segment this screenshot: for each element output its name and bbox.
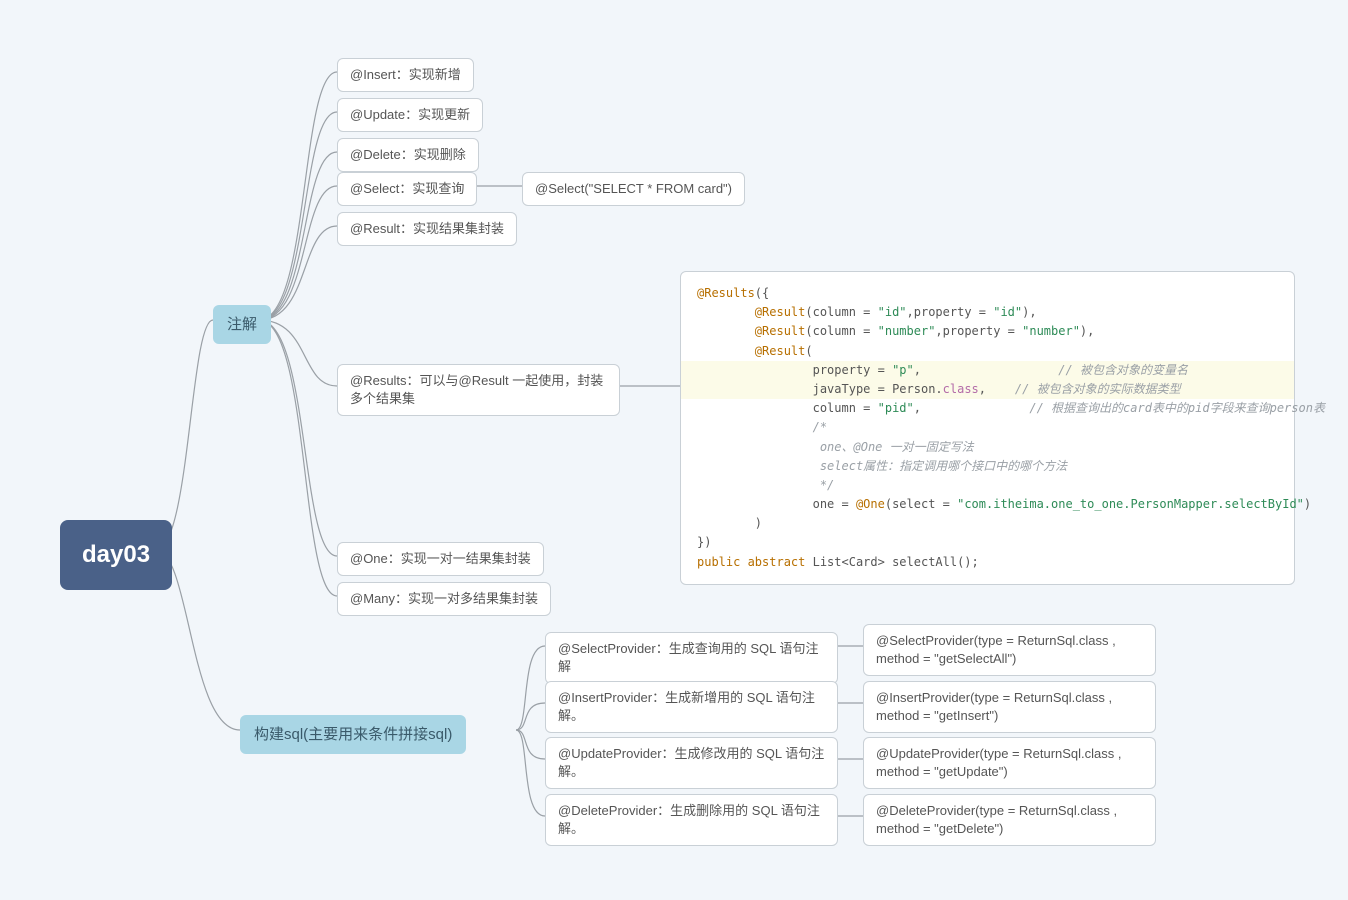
code-token: ), [1080, 324, 1094, 338]
code-comment: // 被包含对象的变量名 [1058, 363, 1188, 377]
code-token: "number" [878, 324, 936, 338]
leaf-many[interactable]: @Many：实现一对多结果集封装 [337, 582, 551, 616]
code-token: ,property = [935, 324, 1022, 338]
code-token: }) [697, 535, 711, 549]
branch-sql-builder[interactable]: 构建sql(主要用来条件拼接sql) [240, 715, 466, 754]
code-results-example: @Results({ @Result(column = "id",propert… [680, 271, 1295, 585]
code-token: "number" [1022, 324, 1080, 338]
branch-annotation[interactable]: 注解 [213, 305, 271, 344]
leaf-delete[interactable]: @Delete：实现删除 [337, 138, 479, 172]
code-token: @Result [755, 324, 806, 338]
leaf-update[interactable]: @Update：实现更新 [337, 98, 483, 132]
code-comment: /* [813, 420, 827, 434]
code-token: "p" [892, 363, 914, 377]
code-token: ,property = [907, 305, 994, 319]
code-token: "id" [878, 305, 907, 319]
code-token: ), [1022, 305, 1036, 319]
leaf-result[interactable]: @Result：实现结果集封装 [337, 212, 517, 246]
code-token: (column = [805, 324, 877, 338]
code-token: column = [813, 401, 878, 415]
code-token: ) [1304, 497, 1311, 511]
code-comment: // 被包含对象的实际数据类型 [1015, 382, 1181, 396]
code-token: , [914, 401, 921, 415]
code-token: javaType = Person. [813, 382, 943, 396]
code-comment: // 根据查询出的card表中的pid字段来查询person表 [1029, 401, 1325, 415]
code-token: "id" [993, 305, 1022, 319]
code-token: , [914, 363, 921, 377]
leaf-delete-provider[interactable]: @DeleteProvider：生成删除用的 SQL 语句注解。 [545, 794, 838, 846]
code-comment: select属性：指定调用哪个接口中的哪个方法 [813, 459, 1068, 473]
code-token: @Result [755, 305, 806, 319]
code-token: ({ [755, 286, 769, 300]
leaf-select-example[interactable]: @Select("SELECT * FROM card") [522, 172, 745, 206]
leaf-delete-provider-example[interactable]: @DeleteProvider(type = ReturnSql.class ,… [863, 794, 1156, 846]
code-token: , [979, 382, 986, 396]
leaf-insert-provider-example[interactable]: @InsertProvider(type = ReturnSql.class ,… [863, 681, 1156, 733]
leaf-results[interactable]: @Results：可以与@Result 一起使用，封装多个结果集 [337, 364, 620, 416]
code-token: List<Card> selectAll(); [813, 555, 979, 569]
code-token: public abstract [697, 555, 813, 569]
code-token: (column = [805, 305, 877, 319]
code-token: "com.itheima.one_to_one.PersonMapper.sel… [957, 497, 1304, 511]
code-token: class [943, 382, 979, 396]
leaf-insert-provider[interactable]: @InsertProvider：生成新增用的 SQL 语句注解。 [545, 681, 838, 733]
code-token: ) [755, 516, 762, 530]
code-token: @Result [755, 344, 806, 358]
leaf-select[interactable]: @Select：实现查询 [337, 172, 477, 206]
leaf-update-provider[interactable]: @UpdateProvider：生成修改用的 SQL 语句注解。 [545, 737, 838, 789]
leaf-insert[interactable]: @Insert：实现新增 [337, 58, 474, 92]
leaf-one[interactable]: @One：实现一对一结果集封装 [337, 542, 544, 576]
leaf-select-provider[interactable]: @SelectProvider：生成查询用的 SQL 语句注解 [545, 632, 838, 684]
code-comment: */ [813, 478, 835, 492]
code-token: ( [805, 344, 812, 358]
root-node[interactable]: day03 [60, 520, 172, 590]
code-token: one = [813, 497, 856, 511]
code-token: @Results [697, 286, 755, 300]
leaf-update-provider-example[interactable]: @UpdateProvider(type = ReturnSql.class ,… [863, 737, 1156, 789]
code-comment: one、@One 一对一固定写法 [813, 440, 974, 454]
leaf-select-provider-example[interactable]: @SelectProvider(type = ReturnSql.class ,… [863, 624, 1156, 676]
code-token: property = [813, 363, 892, 377]
code-token: (select = [885, 497, 957, 511]
code-token: "pid" [878, 401, 914, 415]
code-token: @One [856, 497, 885, 511]
